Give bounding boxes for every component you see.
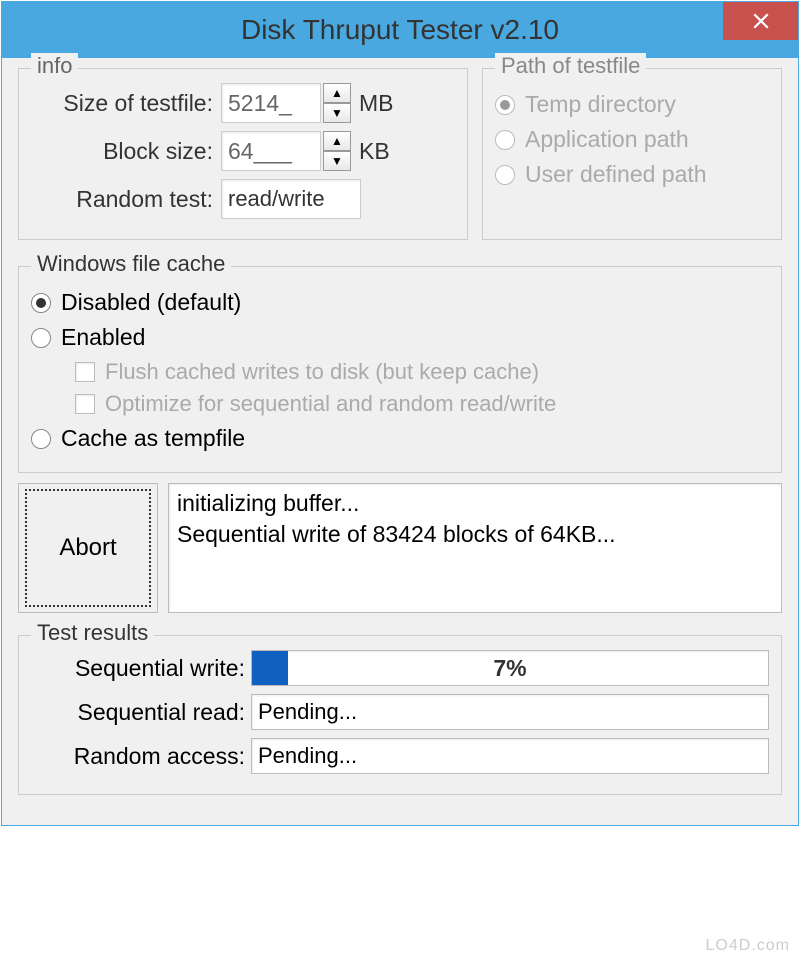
info-group: info Size of testfile: ▲ ▼ MB Block size… <box>18 68 468 240</box>
titlebar[interactable]: Disk Thruput Tester v2.10 <box>2 2 798 58</box>
abort-button[interactable]: Abort <box>25 489 151 607</box>
radio-label: Disabled (default) <box>61 289 241 316</box>
radio-icon <box>495 95 515 115</box>
abort-container: Abort <box>18 483 158 613</box>
app-window: Disk Thruput Tester v2.10 info Size of t… <box>1 1 799 826</box>
radio-icon <box>31 429 51 449</box>
radio-icon <box>495 165 515 185</box>
seq-read-row: Sequential read: Pending... <box>31 694 769 730</box>
check-optimize-rw[interactable]: Optimize for sequential and random read/… <box>75 391 769 417</box>
radio-icon <box>495 130 515 150</box>
size-spin-down[interactable]: ▼ <box>323 103 351 123</box>
random-access-row: Random access: Pending... <box>31 738 769 774</box>
abort-label: Abort <box>59 534 116 562</box>
console-line: initializing buffer... <box>177 488 773 519</box>
watermark: LO4D.com <box>706 937 790 955</box>
block-spin-down[interactable]: ▼ <box>323 151 351 171</box>
results-group-label: Test results <box>31 620 154 646</box>
seq-write-row: Sequential write: 7% <box>31 650 769 686</box>
radio-cache-enabled[interactable]: Enabled <box>31 324 769 351</box>
radio-label: Enabled <box>61 324 145 351</box>
radio-user-defined-path[interactable]: User defined path <box>495 161 769 188</box>
testfile-size-spinner: ▲ ▼ <box>323 83 351 123</box>
close-icon <box>752 12 770 30</box>
check-label: Flush cached writes to disk (but keep ca… <box>105 359 539 385</box>
radio-cache-disabled[interactable]: Disabled (default) <box>31 289 769 316</box>
info-group-label: info <box>31 53 78 79</box>
radio-icon <box>31 293 51 313</box>
random-test-input[interactable] <box>221 179 361 219</box>
random-test-label: Random test: <box>31 186 221 213</box>
radio-application-path[interactable]: Application path <box>495 126 769 153</box>
checkbox-icon <box>75 394 95 414</box>
cache-group-label: Windows file cache <box>31 251 231 277</box>
testfile-size-unit: MB <box>359 90 394 117</box>
radio-label: User defined path <box>525 161 707 188</box>
window-body: info Size of testfile: ▲ ▼ MB Block size… <box>2 58 798 825</box>
testfile-size-input[interactable] <box>221 83 321 123</box>
seq-read-label: Sequential read: <box>31 699 251 726</box>
seq-write-label: Sequential write: <box>31 655 251 682</box>
cache-group: Windows file cache Disabled (default) En… <box>18 266 782 473</box>
seq-read-value: Pending... <box>251 694 769 730</box>
results-group: Test results Sequential write: 7% Sequen… <box>18 635 782 795</box>
random-access-value: Pending... <box>251 738 769 774</box>
block-size-unit: KB <box>359 138 390 165</box>
radio-temp-directory[interactable]: Temp directory <box>495 91 769 118</box>
seq-write-progress: 7% <box>251 650 769 686</box>
check-flush-writes[interactable]: Flush cached writes to disk (but keep ca… <box>75 359 769 385</box>
radio-label: Temp directory <box>525 91 676 118</box>
block-size-row: Block size: ▲ ▼ KB <box>31 131 455 171</box>
close-button[interactable] <box>723 2 798 40</box>
block-size-label: Block size: <box>31 138 221 165</box>
testfile-size-row: Size of testfile: ▲ ▼ MB <box>31 83 455 123</box>
path-group: Path of testfile Temp directory Applicat… <box>482 68 782 240</box>
random-access-label: Random access: <box>31 743 251 770</box>
path-group-label: Path of testfile <box>495 53 646 79</box>
action-row: Abort initializing buffer... Sequential … <box>18 483 782 613</box>
random-test-row: Random test: <box>31 179 455 219</box>
progress-text: 7% <box>252 651 768 685</box>
size-spin-up[interactable]: ▲ <box>323 83 351 103</box>
block-size-input[interactable] <box>221 131 321 171</box>
window-title: Disk Thruput Tester v2.10 <box>241 14 559 46</box>
block-spin-up[interactable]: ▲ <box>323 131 351 151</box>
checkbox-icon <box>75 362 95 382</box>
radio-icon <box>31 328 51 348</box>
radio-cache-tempfile[interactable]: Cache as tempfile <box>31 425 769 452</box>
radio-label: Application path <box>525 126 689 153</box>
console-line: Sequential write of 83424 blocks of 64KB… <box>177 519 773 550</box>
check-label: Optimize for sequential and random read/… <box>105 391 556 417</box>
testfile-size-label: Size of testfile: <box>31 90 221 117</box>
block-size-spinner: ▲ ▼ <box>323 131 351 171</box>
radio-label: Cache as tempfile <box>61 425 245 452</box>
status-console: initializing buffer... Sequential write … <box>168 483 782 613</box>
